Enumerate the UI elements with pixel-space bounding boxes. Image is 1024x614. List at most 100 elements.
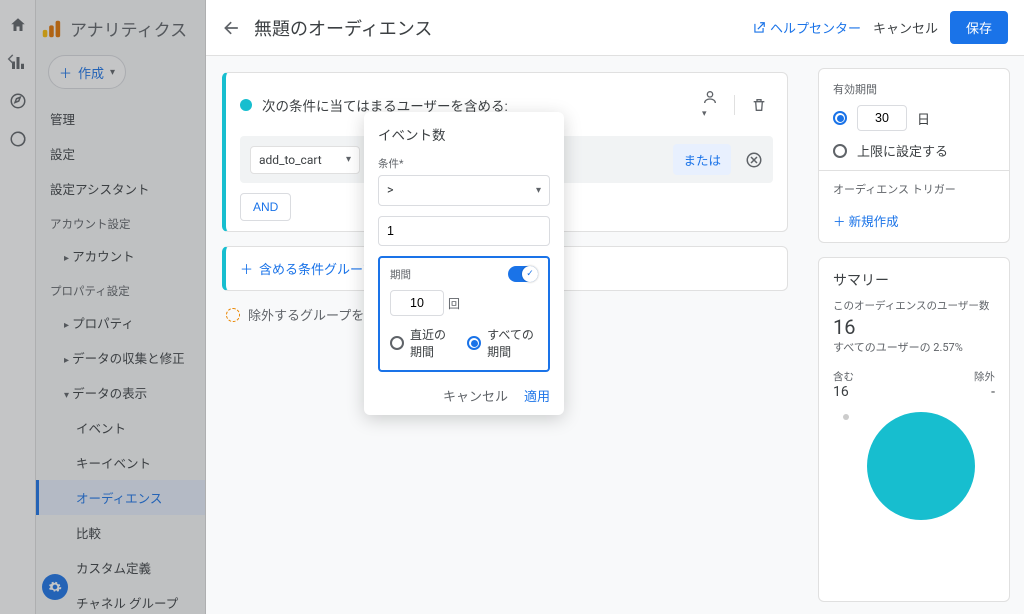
popover-cancel-button[interactable]: キャンセル — [443, 386, 508, 405]
pie-chart — [867, 412, 975, 520]
exclude-label: 除外 — [974, 369, 995, 384]
dashed-circle-icon — [226, 308, 240, 322]
open-in-new-icon — [752, 21, 766, 35]
nav-data-collection[interactable]: ▸ データの収集と修正 — [36, 340, 205, 375]
radio-all-label: すべての期間 — [487, 326, 538, 360]
include-bullet-icon — [240, 99, 252, 111]
trigger-new-link[interactable]: ＋ 新規作成 — [833, 211, 899, 230]
popover-title: イベント数 — [378, 124, 550, 144]
side-panel: 有効期間 日 上限に設定する オーディエンス トリガー ＋ 新規作成 サマリー … — [804, 56, 1024, 614]
duration-days-input[interactable] — [857, 105, 907, 131]
duration-max-label: 上限に設定する — [857, 141, 948, 160]
nav-admin[interactable]: 管理 — [36, 101, 205, 136]
nav-compare[interactable]: 比較 — [36, 515, 205, 550]
period-unit: 回 — [448, 295, 460, 312]
duration-max-row: 上限に設定する — [833, 141, 995, 160]
nav-audiences[interactable]: オーディエンス — [36, 480, 205, 515]
duration-days-radio[interactable] — [833, 111, 847, 125]
plus-icon: ＋ — [59, 63, 72, 82]
explore-icon[interactable] — [9, 92, 27, 110]
builder-column: 次の条件に当てはまるユーザーを含める: ▾ add_to_cart ▾ または — [206, 56, 804, 614]
event-chip[interactable]: add_to_cart ▾ — [250, 146, 360, 174]
period-box: 期間 ✓ 回 直近の期間 すべての期間 — [378, 256, 550, 372]
main: 無題のオーディエンス ヘルプセンター キャンセル 保存 次の条件に当てはまるユー… — [206, 0, 1024, 614]
duration-max-radio[interactable] — [833, 144, 847, 158]
duration-card: 有効期間 日 上限に設定する オーディエンス トリガー ＋ 新規作成 — [818, 68, 1010, 243]
nav-section-property: プロパティ設定 — [36, 273, 205, 305]
chevron-down-icon: ▾ — [110, 67, 115, 78]
summary-chart — [833, 406, 995, 526]
radio-all[interactable] — [467, 336, 481, 350]
and-button[interactable]: AND — [240, 193, 291, 221]
brand-text: アナリティクス — [70, 16, 187, 41]
scope-user-icon[interactable]: ▾ — [696, 85, 724, 124]
or-chip[interactable]: または — [673, 144, 731, 175]
chevron-down-icon: ▾ — [536, 185, 541, 196]
cancel-link[interactable]: キャンセル — [873, 18, 938, 37]
duration-unit: 日 — [917, 109, 930, 128]
popover-actions: キャンセル 適用 — [378, 386, 550, 405]
caret-right-icon: ▸ — [64, 253, 69, 264]
page-title: 無題のオーディエンス — [254, 15, 740, 41]
period-radio-row: 直近の期間 すべての期間 — [390, 326, 538, 360]
operator-value: > — [387, 183, 394, 198]
summary-columns: 含む 16 除外 - — [833, 369, 995, 400]
caret-right-icon: ▸ — [64, 355, 69, 366]
duration-row: 日 — [833, 105, 995, 131]
back-chevron-icon[interactable] — [4, 52, 18, 66]
remove-row-icon[interactable] — [745, 151, 763, 169]
gear-icon[interactable] — [42, 574, 68, 600]
exclude-value: - — [974, 384, 995, 400]
nav-key-events[interactable]: キーイベント — [36, 445, 205, 480]
exclude-label: 除外するグループを追 — [248, 305, 377, 324]
event-name: add_to_cart — [259, 153, 322, 167]
summary-users-label: このオーディエンスのユーザー数 — [833, 298, 995, 313]
brand: アナリティクス — [36, 6, 205, 55]
divider — [734, 95, 735, 115]
chart-dot-icon — [843, 414, 849, 420]
save-button[interactable]: 保存 — [950, 11, 1008, 44]
period-value-input[interactable] — [390, 290, 444, 316]
condition-label: 条件* — [378, 156, 550, 171]
nav-setup-assistant[interactable]: 設定アシスタント — [36, 171, 205, 206]
ads-icon[interactable] — [9, 130, 27, 148]
nav-settings[interactable]: 設定 — [36, 136, 205, 171]
chevron-down-icon: ▾ — [346, 154, 351, 165]
create-button[interactable]: ＋ 作成 ▾ — [48, 55, 126, 89]
summary-card: サマリー このオーディエンスのユーザー数 16 すべてのユーザーの 2.57% … — [818, 257, 1010, 602]
nav-events[interactable]: イベント — [36, 410, 205, 445]
radio-recent-label: 直近の期間 — [410, 326, 453, 360]
popover-apply-button[interactable]: 適用 — [524, 386, 550, 405]
nav-data-display[interactable]: ▾ データの表示 — [36, 375, 205, 410]
operator-select[interactable]: > ▾ — [378, 175, 550, 206]
toggle-knob-check-icon: ✓ — [522, 266, 538, 282]
home-icon[interactable] — [9, 16, 27, 34]
help-label: ヘルプセンター — [770, 18, 861, 37]
summary-users-value: 16 — [833, 315, 995, 339]
topbar: 無題のオーディエンス ヘルプセンター キャンセル 保存 — [206, 0, 1024, 56]
plus-icon: ＋ — [240, 259, 253, 278]
threshold-input[interactable] — [378, 216, 550, 246]
back-arrow-icon[interactable] — [222, 18, 242, 38]
caret-down-icon: ▾ — [64, 390, 69, 401]
help-link[interactable]: ヘルプセンター — [752, 18, 861, 37]
trigger-label: オーディエンス トリガー — [833, 181, 995, 197]
content: 次の条件に当てはまるユーザーを含める: ▾ add_to_cart ▾ または — [206, 56, 1024, 614]
include-label: 含む — [833, 369, 854, 384]
nav-account[interactable]: ▸ アカウント — [36, 238, 205, 273]
left-rail — [0, 0, 36, 614]
nav-property[interactable]: ▸ プロパティ — [36, 305, 205, 340]
period-toggle[interactable]: ✓ — [508, 266, 538, 282]
delete-icon[interactable] — [745, 93, 773, 117]
analytics-logo-icon — [40, 18, 62, 40]
summary-pct: すべてのユーザーの 2.57% — [833, 339, 995, 355]
period-label: 期間 — [390, 267, 411, 282]
radio-recent[interactable] — [390, 336, 404, 350]
summary-title: サマリー — [833, 270, 995, 290]
duration-label: 有効期間 — [833, 81, 995, 97]
include-value: 16 — [833, 384, 854, 400]
period-value-row: 回 — [390, 290, 538, 316]
caret-right-icon: ▸ — [64, 320, 69, 331]
period-header: 期間 ✓ — [390, 266, 538, 282]
sidebar: アナリティクス ＋ 作成 ▾ 管理 設定 設定アシスタント アカウント設定 ▸ … — [36, 0, 206, 614]
